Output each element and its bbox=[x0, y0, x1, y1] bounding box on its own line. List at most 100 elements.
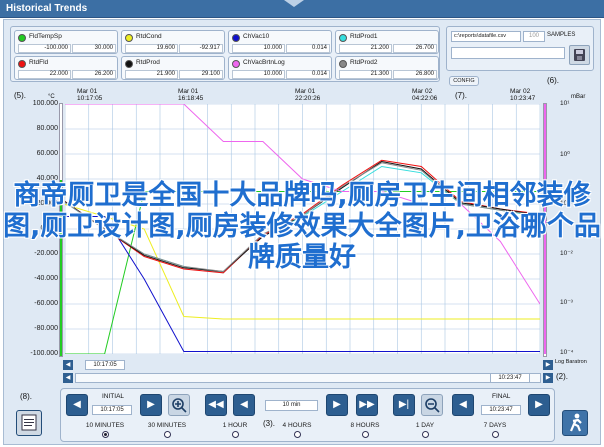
y-left-tick: -40.000 bbox=[34, 275, 58, 282]
tag-max[interactable]: 29.100 bbox=[179, 70, 223, 79]
zoom-out-icon bbox=[425, 398, 440, 413]
tag-name: RtdProd bbox=[136, 59, 160, 66]
range-label: 1 HOUR bbox=[222, 422, 248, 429]
config-button[interactable]: CONFIG bbox=[449, 76, 479, 86]
tag-name: ChVac10 bbox=[243, 33, 270, 40]
y-left-tick: -80.000 bbox=[34, 325, 58, 332]
run-button[interactable] bbox=[562, 410, 588, 436]
final-forward-button[interactable]: ▶ bbox=[528, 394, 550, 416]
range-label: 4 HOURS bbox=[282, 422, 312, 429]
samples-field[interactable]: 100 bbox=[523, 31, 545, 42]
file-path-field[interactable]: c:\reports\datafile.csv bbox=[451, 31, 521, 42]
final-time[interactable]: 10:23:47 bbox=[481, 405, 521, 415]
time-header-label: Mar 01 16:18:45 bbox=[178, 88, 204, 102]
tag-name: RtdFld bbox=[29, 59, 49, 66]
range-label: 10 MINUTES bbox=[85, 422, 125, 429]
range-radio[interactable] bbox=[492, 431, 499, 438]
filename-input[interactable] bbox=[451, 47, 565, 59]
tag-color-dot bbox=[232, 34, 240, 42]
tag-max[interactable]: 26.800 bbox=[393, 70, 437, 79]
step-back-button[interactable]: ◀ bbox=[233, 394, 255, 416]
tag-color-dot bbox=[339, 34, 347, 42]
tag-min[interactable]: -100.000 bbox=[18, 44, 71, 53]
tag-min[interactable]: 10.000 bbox=[232, 70, 285, 79]
tag-min[interactable]: 19.600 bbox=[125, 44, 178, 53]
print-button[interactable] bbox=[16, 410, 42, 436]
tag-color-dot bbox=[18, 60, 26, 68]
rewind-button[interactable]: ◀◀ bbox=[205, 394, 227, 416]
save-button[interactable] bbox=[569, 45, 590, 65]
y-right-tick: 10⁰ bbox=[560, 150, 570, 158]
tag-chvacbrtnlog[interactable]: ChVacBrtnLog 10.000 0.014 bbox=[228, 56, 332, 80]
tag-min[interactable]: 10.000 bbox=[232, 44, 285, 53]
right-unit: mBar bbox=[571, 94, 586, 100]
range-radio[interactable] bbox=[102, 431, 109, 438]
jump-end-button[interactable]: ▶| bbox=[393, 394, 415, 416]
initial-time[interactable]: 10:17:05 bbox=[92, 405, 132, 415]
time-header-label: Mar 02 10:23:47 bbox=[510, 88, 536, 102]
tag-color-dot bbox=[232, 60, 240, 68]
step-forward-button[interactable]: ▶ bbox=[326, 394, 348, 416]
tag-rtdfld[interactable]: RtdFld 22.000 26.200 bbox=[14, 56, 118, 80]
initial-back-button[interactable]: ◀ bbox=[66, 394, 88, 416]
final-back-button[interactable]: ◀ bbox=[452, 394, 474, 416]
title-bar: Historical Trends bbox=[0, 0, 604, 18]
tag-name: RtdProd1 bbox=[350, 33, 378, 40]
tag-min[interactable]: 22.000 bbox=[18, 70, 71, 79]
fast-forward-button[interactable]: ▶▶ bbox=[356, 394, 378, 416]
scroll2-left-arrow[interactable]: ◀ bbox=[63, 373, 73, 383]
y-left-tick: 80.000 bbox=[36, 125, 58, 132]
collapse-tab[interactable] bbox=[284, 0, 304, 7]
tag-min[interactable]: 21.200 bbox=[339, 44, 392, 53]
tag-max[interactable]: 26.700 bbox=[393, 44, 437, 53]
file-panel: c:\reports\datafile.csv 100 SAMPLES bbox=[446, 26, 594, 71]
tag-min[interactable]: 21.300 bbox=[339, 70, 392, 79]
tag-rtdprod1[interactable]: RtdProd1 21.200 26.700 bbox=[335, 30, 439, 54]
range-radio[interactable] bbox=[232, 431, 239, 438]
tag-name: RtdProd2 bbox=[350, 59, 378, 66]
tag-chvac10[interactable]: ChVac10 10.000 0.014 bbox=[228, 30, 332, 54]
y-right-tick: 10⁻⁴ bbox=[560, 349, 574, 356]
callout-8: (8). bbox=[20, 392, 32, 401]
tag-name: ChVacBrtnLog bbox=[243, 59, 285, 66]
time-header-label: Mar 02 04:22:06 bbox=[412, 88, 438, 102]
callout-5: (5). bbox=[14, 91, 26, 100]
range-radio[interactable] bbox=[422, 431, 429, 438]
scroll2-track[interactable] bbox=[75, 373, 541, 383]
tag-fldtempsp[interactable]: FldTempSp -100.000 30.000 bbox=[14, 30, 118, 54]
tag-max[interactable]: 0.014 bbox=[286, 70, 330, 79]
span-field[interactable]: 10 min bbox=[265, 400, 318, 411]
initial-forward-button[interactable]: ▶ bbox=[140, 394, 162, 416]
tag-min[interactable]: 21.900 bbox=[125, 70, 178, 79]
tag-max[interactable]: 30.000 bbox=[72, 44, 116, 53]
tag-max[interactable]: 0.014 bbox=[286, 44, 330, 53]
range-radio[interactable] bbox=[164, 431, 171, 438]
tag-name: RtdCond bbox=[136, 33, 162, 40]
scroll-start-time: 10:17:05 bbox=[85, 360, 125, 370]
tag-rtdcond[interactable]: RtdCond 19.600 -92.917 bbox=[121, 30, 225, 54]
scroll-end-time: 10:23:47 bbox=[490, 373, 530, 383]
range-label: 8 HOURS bbox=[350, 422, 380, 429]
scroll2-right-arrow[interactable]: ▶ bbox=[543, 373, 553, 383]
tag-rtdprod2[interactable]: RtdProd2 21.300 26.800 bbox=[335, 56, 439, 80]
y-right-tick: 10¹ bbox=[560, 100, 570, 107]
zoom-in-button[interactable] bbox=[168, 394, 190, 416]
tag-rtdprod[interactable]: RtdProd 21.900 29.100 bbox=[121, 56, 225, 80]
tag-color-dot bbox=[125, 34, 133, 42]
samples-label: SAMPLES bbox=[547, 32, 576, 38]
callout-6: (6). bbox=[547, 76, 559, 85]
y-left-tick: 60.000 bbox=[36, 150, 58, 157]
overlay-text: 商帝厕卫是全国十大品牌吗,厕房卫生间相邻装修图,厕卫设计图,厕房装修效果大全图片… bbox=[3, 180, 601, 273]
tag-color-dot bbox=[18, 34, 26, 42]
tag-name: FldTempSp bbox=[29, 33, 62, 40]
tag-max[interactable]: 26.200 bbox=[72, 70, 116, 79]
range-radio[interactable] bbox=[294, 431, 301, 438]
scroll-right-arrow[interactable]: ▶ bbox=[543, 360, 553, 370]
zoom-out-button[interactable] bbox=[421, 394, 443, 416]
printer-icon bbox=[21, 414, 37, 431]
range-radio[interactable] bbox=[362, 431, 369, 438]
tag-max[interactable]: -92.917 bbox=[179, 44, 223, 53]
save-icon bbox=[574, 49, 585, 61]
scroll-left-arrow[interactable]: ◀ bbox=[63, 360, 73, 370]
tag-color-dot bbox=[125, 60, 133, 68]
